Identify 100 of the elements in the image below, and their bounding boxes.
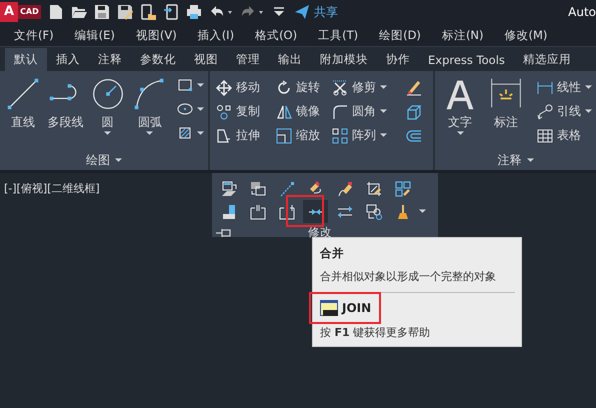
tool-button[interactable] — [303, 200, 328, 223]
scissors-icon — [332, 80, 348, 96]
pencil-curve-icon — [336, 180, 352, 196]
offset-icon[interactable] — [406, 128, 422, 144]
properties-icon — [220, 180, 236, 196]
caret-icon[interactable] — [419, 209, 426, 214]
menu-item[interactable]: 绘图(D) — [379, 28, 421, 42]
reverse-arrows-icon — [336, 204, 352, 220]
folder-icon[interactable] — [70, 4, 87, 20]
viewport-label[interactable]: [-][俯视][二维线框] — [4, 181, 100, 196]
caret-icon — [380, 109, 387, 114]
caret-icon — [456, 131, 464, 136]
ribbon-tab[interactable]: 输出 — [269, 48, 311, 71]
modify-tool-button[interactable]: 镜像 — [276, 103, 332, 120]
menu-item[interactable]: 文件(F) — [14, 28, 54, 42]
print-icon[interactable] — [186, 4, 202, 20]
eraser-icon[interactable] — [406, 80, 422, 96]
modify-tool-button[interactable]: 圆角 — [332, 103, 406, 120]
menu-item[interactable]: 工具(T) — [318, 28, 358, 42]
draw-tool-button[interactable]: 直线 — [4, 77, 42, 150]
pin-icon[interactable] — [216, 228, 232, 238]
box-icon[interactable] — [406, 104, 422, 120]
menu-item[interactable]: 格式(O) — [255, 28, 298, 42]
share-link[interactable]: 共享 — [314, 4, 338, 20]
stretch-icon — [216, 128, 232, 144]
move-icon — [216, 80, 232, 96]
modify-tool-button[interactable]: 缩放 — [276, 127, 332, 144]
menu-item[interactable]: 编辑(E) — [74, 28, 115, 42]
ribbon-tab[interactable]: 协作 — [377, 48, 419, 71]
grid-icon — [332, 128, 348, 144]
menu-item[interactable]: 修改(M) — [504, 28, 548, 42]
overlap-shapes-icon — [366, 204, 382, 220]
save-icon[interactable] — [94, 4, 110, 20]
caret-icon[interactable] — [526, 158, 534, 162]
save-as-icon[interactable] — [116, 4, 133, 20]
highlight-frame — [309, 292, 381, 324]
panel-title: 修改 — [308, 225, 332, 240]
caret-icon[interactable] — [197, 130, 204, 136]
tooltip-title: 合并 — [320, 246, 345, 261]
phone-folder-icon[interactable] — [140, 4, 156, 20]
modify-tool-button[interactable]: 修剪 — [332, 79, 406, 96]
caret-icon — [380, 133, 387, 138]
modify-tool-button[interactable]: 旋转 — [276, 79, 332, 96]
annotation-tool-button[interactable]: 标注 — [485, 77, 527, 150]
help-hint: 按 F1 键获得更多帮助 — [320, 325, 432, 340]
fillet-icon — [332, 104, 348, 120]
caret-icon[interactable] — [197, 106, 204, 112]
caret-icon — [380, 85, 387, 90]
copy-layer-icon — [250, 180, 266, 196]
annotation-tool-button[interactable]: 表格 — [537, 127, 592, 144]
modify-tool-button[interactable]: 移动 — [216, 79, 276, 96]
ribbon-tab[interactable]: 视图 — [185, 48, 227, 71]
ribbon-tab[interactable]: 插入 — [47, 48, 89, 71]
modify-tool-button[interactable]: 复制 — [216, 103, 276, 120]
ribbon-tab[interactable]: Express Tools — [419, 49, 514, 71]
ribbon-tab[interactable]: 默认 — [5, 48, 47, 71]
draw-order-icon — [220, 204, 236, 220]
caret-icon — [104, 131, 112, 136]
drawing-canvas[interactable]: [-][俯视][二维线框] 修改 合并 合并相似对象以形成一个完整的对象 JOIN 按 F1 键获得更多帮助 — [0, 173, 596, 408]
panel-title[interactable]: 绘图 — [86, 152, 110, 168]
menu-item[interactable]: 插入(I) — [198, 28, 234, 42]
command-name: JOIN — [342, 301, 372, 315]
send-icon[interactable] — [294, 4, 310, 20]
draw-tool-button[interactable]: 圆 — [88, 77, 127, 150]
panel-title[interactable]: 注释 — [498, 152, 522, 168]
dashed-line-icon — [278, 180, 294, 196]
hatch-icon[interactable] — [177, 125, 193, 141]
menu-item[interactable]: 标注(N) — [442, 28, 484, 42]
window-title: Auto — [568, 5, 596, 19]
ribbon-tab[interactable]: 附加模块 — [311, 48, 377, 71]
caret-icon — [146, 131, 154, 136]
annotation-tool-button[interactable]: 引线 — [537, 103, 592, 120]
leader-icon — [537, 104, 553, 120]
ribbon-tab[interactable]: 精选应用 — [514, 48, 580, 71]
modify-tool-button[interactable]: 拉伸 — [216, 127, 276, 144]
caret-icon[interactable] — [115, 158, 122, 162]
command-window-icon — [320, 300, 338, 316]
linear-dimension-icon — [537, 80, 553, 96]
modify-tool-button[interactable]: 阵列 — [332, 127, 406, 144]
new-file-icon[interactable] — [48, 4, 64, 20]
mirror-icon — [276, 104, 292, 120]
table-icon — [537, 128, 553, 144]
ellipse-icon[interactable] — [177, 101, 193, 117]
caret-icon — [585, 85, 592, 90]
circle-icon — [90, 77, 125, 111]
ribbon-tab[interactable]: 参数化 — [131, 48, 185, 71]
ribbon-tab[interactable]: 管理 — [227, 48, 269, 71]
draw-tool-button[interactable]: 多段线 — [46, 77, 84, 150]
line-icon — [6, 77, 40, 111]
annotation-tool-button[interactable]: 文字 — [439, 77, 481, 150]
caret-icon[interactable] — [197, 82, 204, 88]
tooltip-description: 合并相似对象以形成一个完整的对象 — [320, 269, 497, 284]
rectangle-icon[interactable] — [177, 77, 193, 93]
edit-array-icon — [394, 180, 410, 196]
phone-import-icon[interactable] — [162, 4, 179, 20]
ribbon-tab[interactable]: 注释 — [89, 48, 131, 71]
app-logo[interactable]: A CAD — [0, 2, 41, 22]
draw-tool-button[interactable]: 圆弧 — [130, 77, 169, 150]
annotation-tool-button[interactable]: 线性 — [537, 79, 592, 96]
menu-item[interactable]: 视图(V) — [136, 28, 177, 42]
